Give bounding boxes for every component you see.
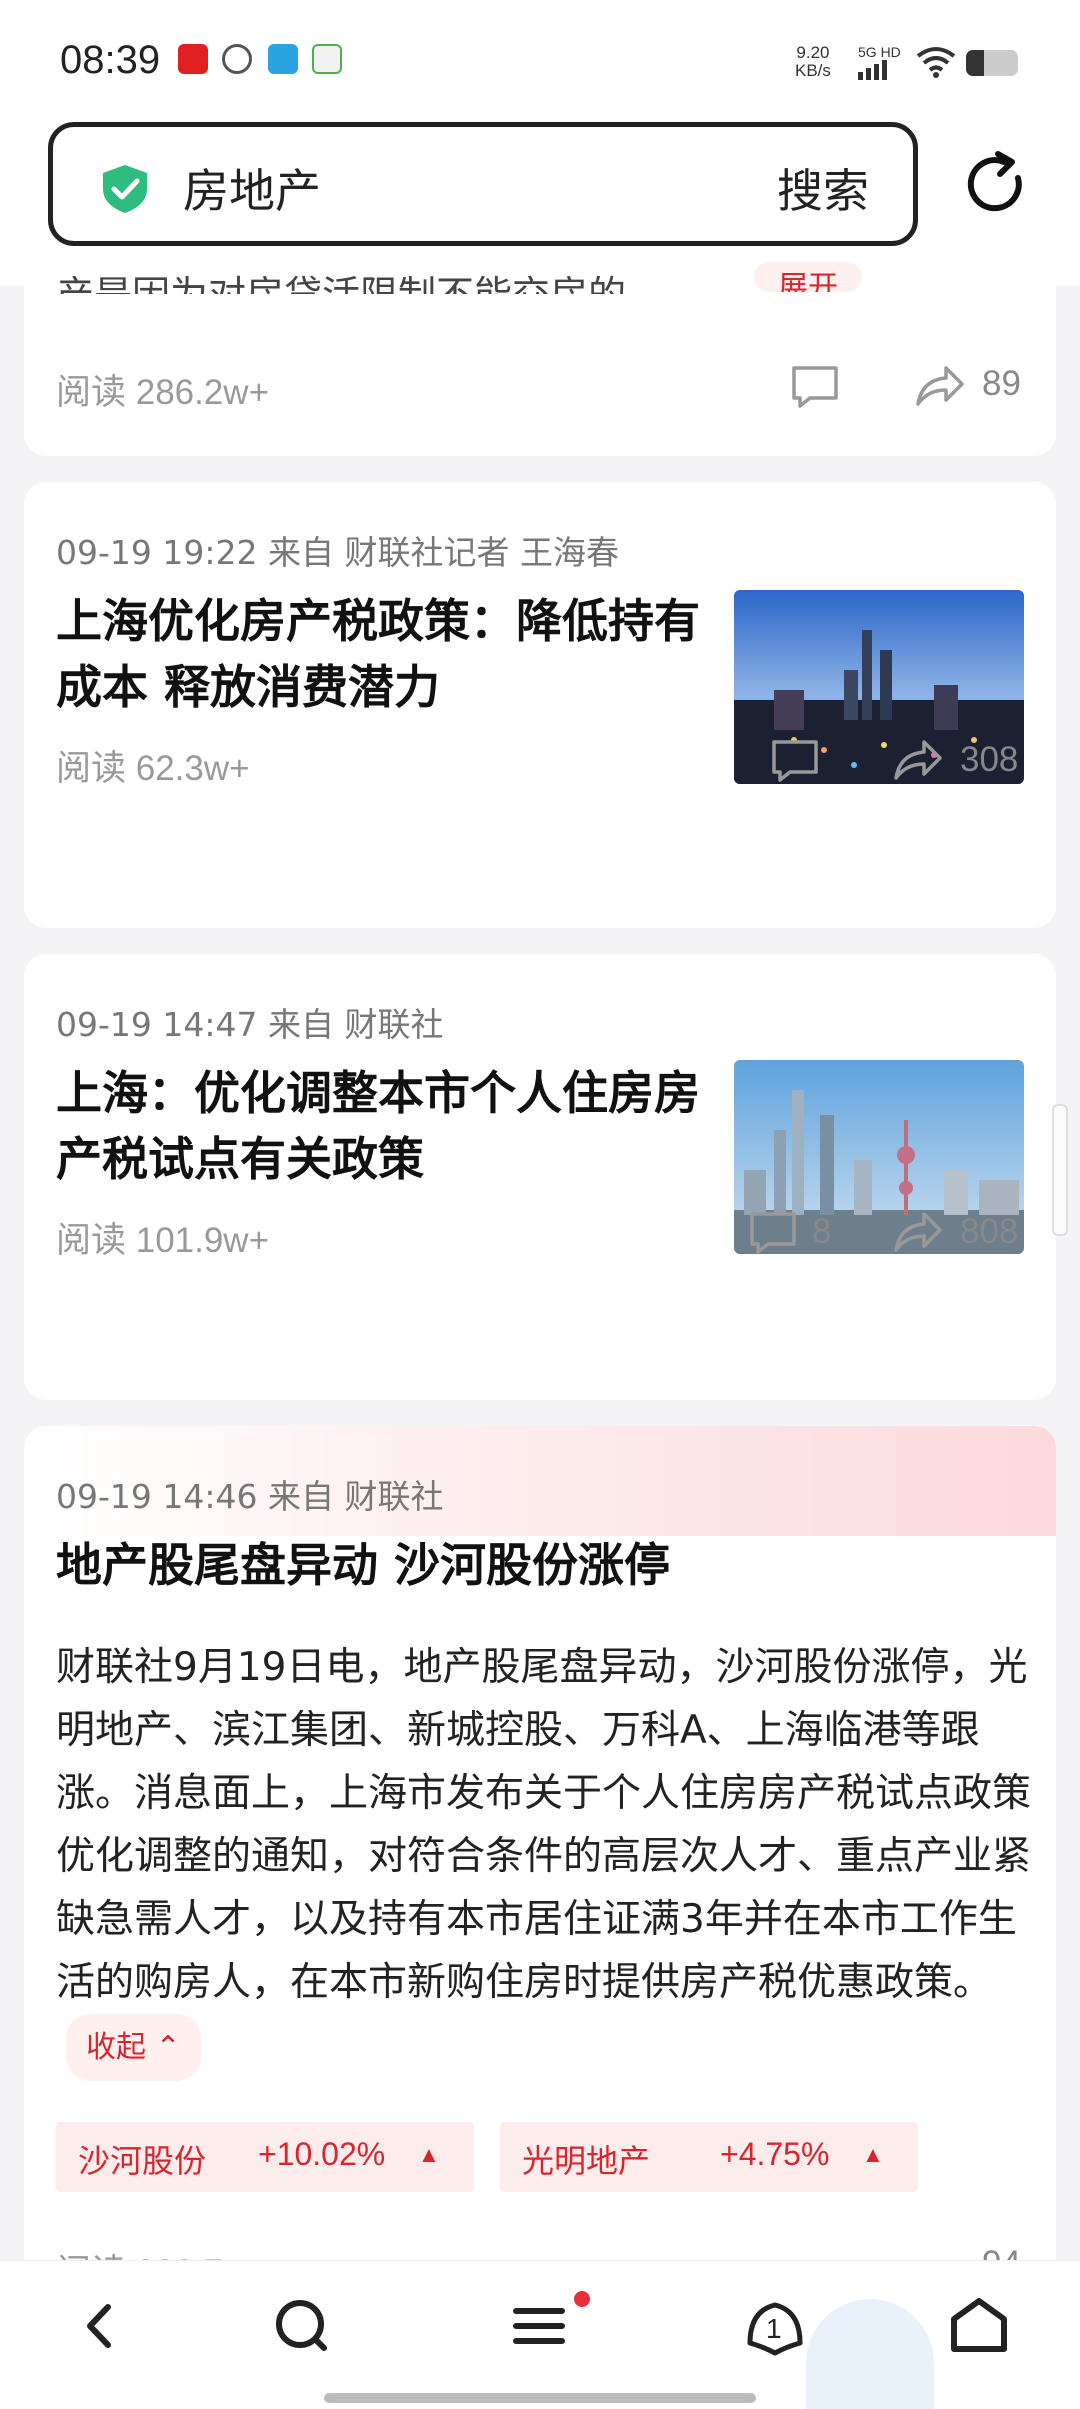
- feed-card-partial[interactable]: 产是因为对房贷活限制不能交房的... 展开 阅读 286.2w+ 89: [24, 262, 1056, 456]
- news-meta: 09-19 14:47 来自 财联社: [56, 1005, 444, 1044]
- stock-change: +10.02%: [258, 2136, 386, 2172]
- news-card[interactable]: 09-19 19:22 来自 财联社记者 王海春 上海优化房产税政策：降低持有成…: [24, 482, 1056, 928]
- net-speed-unit: KB/s: [795, 61, 831, 80]
- stock-change: +4.75%: [720, 2136, 830, 2172]
- back-icon[interactable]: [64, 2291, 134, 2361]
- news-body: 财联社9月19日电，地产股尾盘异动，沙河股份涨停，光明地产、滨江集团、新城控股、…: [56, 1636, 1036, 2081]
- share-icon[interactable]: [912, 358, 966, 412]
- up-arrow-icon: ▲: [418, 2142, 440, 2167]
- news-title[interactable]: 上海优化房产税政策：降低持有成本 释放消费潜力: [56, 588, 706, 720]
- app-icon: [268, 44, 298, 74]
- collapse-button[interactable]: 收起 ⌃: [66, 2014, 201, 2081]
- expand-button[interactable]: 展开: [754, 262, 862, 292]
- home-icon[interactable]: [944, 2291, 1014, 2361]
- notification-dot: [574, 2291, 590, 2307]
- search-bar[interactable]: 房地产 搜索: [48, 122, 918, 246]
- news-card-expanded[interactable]: 09-19 14:46 来自 财联社 地产股尾盘异动 沙河股份涨停 财联社9月1…: [24, 1426, 1056, 2286]
- truncated-text: 产是因为对房贷活限制不能交房的...: [56, 264, 756, 294]
- pinduoduo-icon: [178, 44, 208, 74]
- comment-icon[interactable]: [746, 1206, 800, 1260]
- share-count: 808: [960, 1212, 1019, 1251]
- news-meta: 09-19 19:22 来自 财联社记者 王海春: [56, 533, 619, 572]
- comment-icon[interactable]: [768, 734, 822, 788]
- news-meta: 09-19 14:46 来自 财联社: [56, 1477, 444, 1516]
- net-speed: 9.20 KB/s: [795, 44, 831, 80]
- video-app-icon: [312, 44, 342, 74]
- status-time: 08:39: [60, 38, 161, 82]
- link-icon: [222, 44, 252, 74]
- tab-count: 1: [766, 2313, 782, 2344]
- news-title[interactable]: 上海：优化调整本市个人住房房产税试点有关政策: [56, 1060, 706, 1192]
- share-count: 308: [960, 740, 1019, 779]
- search-icon[interactable]: [268, 2291, 338, 2361]
- battery-icon: [966, 50, 1018, 76]
- gesture-bar[interactable]: [324, 2393, 756, 2403]
- refresh-icon[interactable]: [960, 148, 1032, 220]
- stock-tag[interactable]: 光明地产 +4.75% ▲: [500, 2122, 918, 2192]
- stock-name: 光明地产: [522, 2143, 651, 2179]
- stock-tag[interactable]: 沙河股份 +10.02% ▲: [56, 2122, 474, 2192]
- mascot-icon[interactable]: [806, 2299, 934, 2409]
- news-card[interactable]: 09-19 14:47 来自 财联社 上海：优化调整本市个人住房房产税试点有关政…: [24, 954, 1056, 1400]
- search-input[interactable]: 房地产: [183, 155, 321, 221]
- signal-icon: [858, 60, 887, 80]
- comment-icon[interactable]: [788, 360, 842, 414]
- share-count: 89: [982, 364, 1021, 403]
- bottom-navigation: 1: [0, 2260, 1080, 2409]
- status-bar: 08:39 9.20 KB/s 5G HD: [0, 0, 1080, 118]
- read-count: 阅读 62.3w+: [56, 749, 250, 788]
- news-title[interactable]: 地产股尾盘异动 沙河股份涨停: [56, 1532, 1016, 1598]
- security-shield-icon: [103, 165, 147, 213]
- comment-count: 8: [812, 1212, 832, 1251]
- menu-icon[interactable]: [504, 2291, 574, 2361]
- search-button[interactable]: 搜索: [777, 155, 869, 221]
- read-count: 阅读 101.9w+: [56, 1221, 270, 1260]
- share-icon[interactable]: [890, 732, 944, 786]
- net-speed-value: 9.20: [796, 43, 830, 62]
- read-count: 阅读 286.2w+: [56, 373, 270, 412]
- up-arrow-icon: ▲: [862, 2142, 884, 2167]
- wifi-icon: [916, 47, 956, 78]
- news-body-text: 财联社9月19日电，地产股尾盘异动，沙河股份涨停，光明地产、滨江集团、新城控股、…: [56, 1645, 1032, 2005]
- collapse-label: 收起: [86, 2030, 146, 2065]
- share-icon[interactable]: [890, 1204, 944, 1258]
- scrollbar-thumb[interactable]: [1052, 1104, 1068, 1236]
- stock-name: 沙河股份: [78, 2143, 207, 2179]
